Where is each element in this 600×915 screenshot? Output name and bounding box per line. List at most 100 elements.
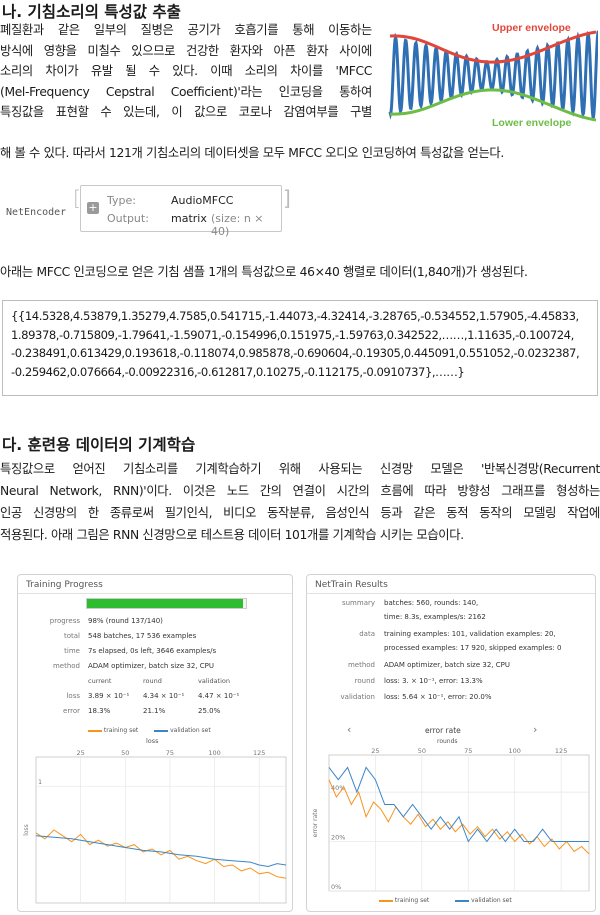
error-current: 18.3% [88,707,111,715]
training-info: progress 98% (round 137/140) total 548 b… [18,617,288,722]
y-tick-label: 20% [331,834,345,842]
info-label: progress [49,617,80,625]
results-label: validation [340,693,375,701]
progress-bar [86,598,247,609]
results-value: ADAM optimizer, batch size 32, CPU [384,661,510,669]
results-label: data [359,630,375,638]
section1-paragraph: 폐질환과 같은 일부의 질병은 공기가 호흡기를 통해 이동하는 방식에 영향을… [0,20,372,123]
x-tick-label: 100 [509,747,521,755]
results-value: training examples: 101, validation examp… [384,630,556,638]
info-row: total 548 batches, 17 536 examples [18,632,288,647]
next-plot-button[interactable]: › [533,723,537,736]
col-header: validation [198,677,231,685]
results-title: NetTrain Results [315,580,388,590]
x-tick-label: 100 [208,749,220,757]
data-line: -0.259462,0.076664,-0.00922316,-0.612817… [11,364,465,379]
x-tick-label: 50 [418,747,426,755]
loss-current: 3.89 × 10⁻¹ [88,692,130,700]
section1-line: 방식에 영향을 미칠수 있으므로 건강한 환자와 아픈 환자 사이에 [0,43,372,58]
plot-frame [35,756,287,904]
y-axis-label: loss [23,824,30,836]
error-plot-xlabel: rounds [437,738,458,745]
legend-val-label: validation set [471,897,512,904]
x-tick-label: 125 [253,749,265,757]
col-header: round [143,677,162,685]
legend-train-swatch [379,899,393,902]
results-label: round [354,677,375,685]
metrics-header: current round validation [18,677,288,692]
progress-fill [87,599,243,608]
output-value: matrix [171,212,207,225]
error-row: error 18.3% 21.1% 25.0% [18,707,288,722]
prev-plot-button[interactable]: ‹ [347,723,351,736]
x-tick-label: 25 [77,749,85,757]
carrier-wave [388,30,598,120]
output-label: Output: [107,212,149,225]
section1-heading: 나. 기침소리의 특성값 추출 [2,3,181,21]
section1-line: 소리의 차이가 유발 될 수 있다. 이때 소리의 차이를 'MFCC [0,64,372,79]
type-value: AudioMFCC [171,194,234,207]
legend-val-swatch [455,899,470,902]
section1-paragraph-last: 해 볼 수 있다. 따라서 121개 기침소리의 데이터셋을 모두 MFCC 오… [0,143,600,164]
error-round: 21.1% [143,707,166,715]
envelope-illustration: Upper envelope Lower envelope [388,22,598,129]
upper-envelope-label: Upper envelope [492,22,571,34]
section1-line: 특징값을 표현할 수 있는데, 이 값으로 코로나 감염여부를 구별 [0,105,372,120]
section2-line: Neural Network, RNN)'이다. 이것은 노드 간의 연결이 시… [0,484,600,498]
data-line: 1.89378,-0.715809,-1.79641,-1.59071,-0.1… [11,327,574,342]
results-label: method [347,661,375,669]
section2-line: 특징값으로 얻어진 기침소리를 기계학습하기 위해 사용되는 신경망 모델은 '… [0,462,600,476]
y-axis-label: error rate [312,808,319,837]
loss-round: 4.34 × 10⁻¹ [143,692,185,700]
x-tick-label: 75 [464,747,472,755]
info-label: time [64,647,80,655]
lower-envelope-label: Lower envelope [492,117,572,129]
info-label: method [52,662,80,670]
legend-val-label: validation set [170,727,211,734]
legend-train-swatch [88,729,102,732]
section2-paragraph: 특징값으로 얻어진 기침소리를 기계학습하기 위해 사용되는 신경망 모델은 '… [0,458,600,546]
legend-val-swatch [154,729,169,732]
loss-validation: 4.47 × 10⁻¹ [198,692,240,700]
x-tick-label: 25 [371,747,379,755]
error-rate-chart: 25 50 75 100 12540%20%0%error rate [312,747,590,892]
error-validation: 25.0% [198,707,221,715]
results-row: data training examples: 101, validation … [307,630,593,661]
loss-legend: training set validation set [88,727,211,734]
error-legend: training set validation set [379,897,512,904]
data-line: -0.238491,0.613429,0.193618,-0.118074,0.… [11,346,580,360]
expand-plus-icon[interactable]: + [87,202,99,214]
x-tick-label: 125 [555,747,567,755]
error-plot-title: error rate [425,726,461,735]
plot-frame [328,754,590,892]
caption1: 아래는 MFCC 인코딩으로 얻은 기침 샘플 1개의 특성값으로 46×40 … [0,262,600,283]
results-label: summary [341,599,375,607]
results-value: loss: 5.64 × 10⁻¹, error: 20.0% [384,693,492,701]
training-progress-panel: Training Progress progress 98% (round 13… [17,574,293,912]
section2-line: 인공 신경망의 한 종류로써 필기인식, 비디오 동작분류, 음성인식 등과 같… [0,506,600,520]
results-row: validation loss: 5.64 × 10⁻¹, error: 20.… [307,693,593,709]
encoder-box[interactable]: + Type: AudioMFCC Output: matrix (size: … [80,185,282,238]
section2-heading: 다. 훈련용 데이터의 기계학습 [2,436,196,454]
results-value: time: 8.3s, examples/s: 2162 [384,613,486,621]
info-row: method ADAM optimizer, batch size 32, CP… [18,662,288,677]
results-value: processed examples: 17 920, skipped exam… [384,644,562,652]
col-header: current [88,677,112,685]
x-tick-label: 75 [166,749,174,757]
info-value: 7s elapsed, 0s left, 3646 examples/s [88,647,217,655]
legend-train-label: training set [394,897,430,904]
info-value: ADAM optimizer, batch size 32, CPU [88,662,214,670]
output-size: (size: n × 40) [211,212,264,238]
title-divider [18,593,292,594]
y-tick-label: 0% [331,883,341,891]
loss-label: loss [66,692,80,700]
legend-train-label: training set [103,727,139,734]
info-label: total [63,632,80,640]
title-divider [307,593,595,594]
results-row: method ADAM optimizer, batch size 32, CP… [307,661,593,677]
results-row: round loss: 3. × 10⁻¹, error: 13.3% [307,677,593,693]
section1-line: 해 볼 수 있다. 따라서 121개 기침소리의 데이터셋을 모두 MFCC 오… [0,146,504,160]
error-label: error [63,707,80,715]
training-title: Training Progress [26,580,103,590]
info-row: time 7s elapsed, 0s left, 3646 examples/… [18,647,288,662]
